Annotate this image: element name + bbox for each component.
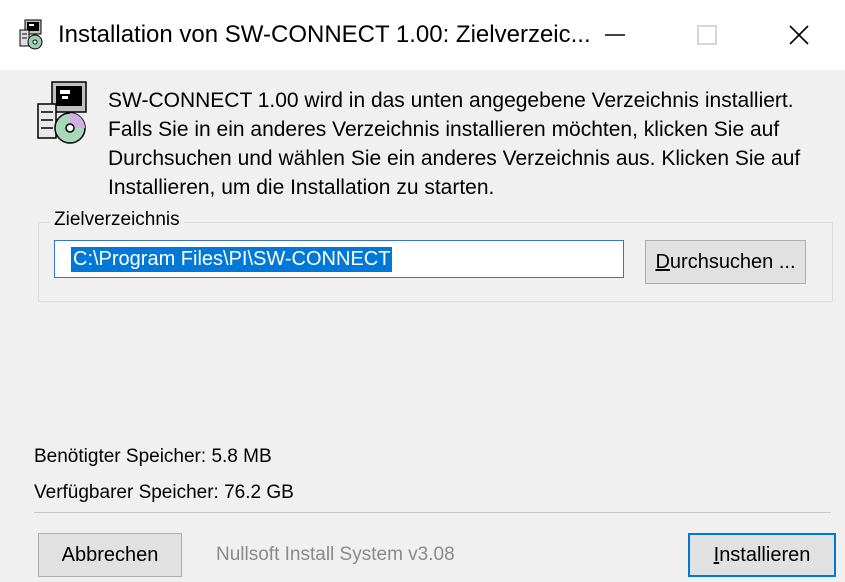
- branding-divider: [34, 512, 831, 513]
- destination-group-label: Zielverzeichnis: [50, 208, 184, 232]
- destination-path-value: C:\Program Files\PI\SW-CONNECT: [71, 247, 393, 272]
- installer-window: Installation von SW-CONNECT 1.00: Zielve…: [0, 0, 845, 582]
- browse-accel-key: D: [655, 250, 670, 273]
- close-icon: [789, 25, 809, 45]
- required-space-text: Benötigter Speicher: 5.8 MB: [34, 446, 272, 467]
- installer-app-icon: [16, 18, 46, 52]
- destination-path-input[interactable]: C:\Program Files\PI\SW-CONNECT: [54, 240, 624, 278]
- maximize-icon: [697, 25, 717, 45]
- installer-disk-icon: [32, 78, 92, 150]
- nsis-branding-text: Nullsoft Install System v3.08: [216, 544, 455, 565]
- close-button[interactable]: [753, 0, 845, 70]
- window-title: Installation von SW-CONNECT 1.00: Zielve…: [58, 21, 591, 48]
- minimize-button[interactable]: [569, 0, 661, 70]
- maximize-button: [661, 0, 753, 70]
- browse-button[interactable]: Durchsuchen ...: [645, 240, 806, 284]
- title-bar[interactable]: Installation von SW-CONNECT 1.00: Zielve…: [0, 0, 845, 70]
- cancel-button[interactable]: Abbrechen: [38, 533, 182, 577]
- install-description: SW-CONNECT 1.00 wird in das unten angege…: [108, 89, 801, 199]
- available-space-text: Verfügbarer Speicher: 76.2 GB: [34, 482, 294, 503]
- install-button[interactable]: Installieren: [688, 533, 836, 577]
- browse-label: urchsuchen ...: [669, 250, 796, 273]
- minimize-icon: [605, 34, 625, 36]
- install-label: nstallieren: [719, 543, 811, 566]
